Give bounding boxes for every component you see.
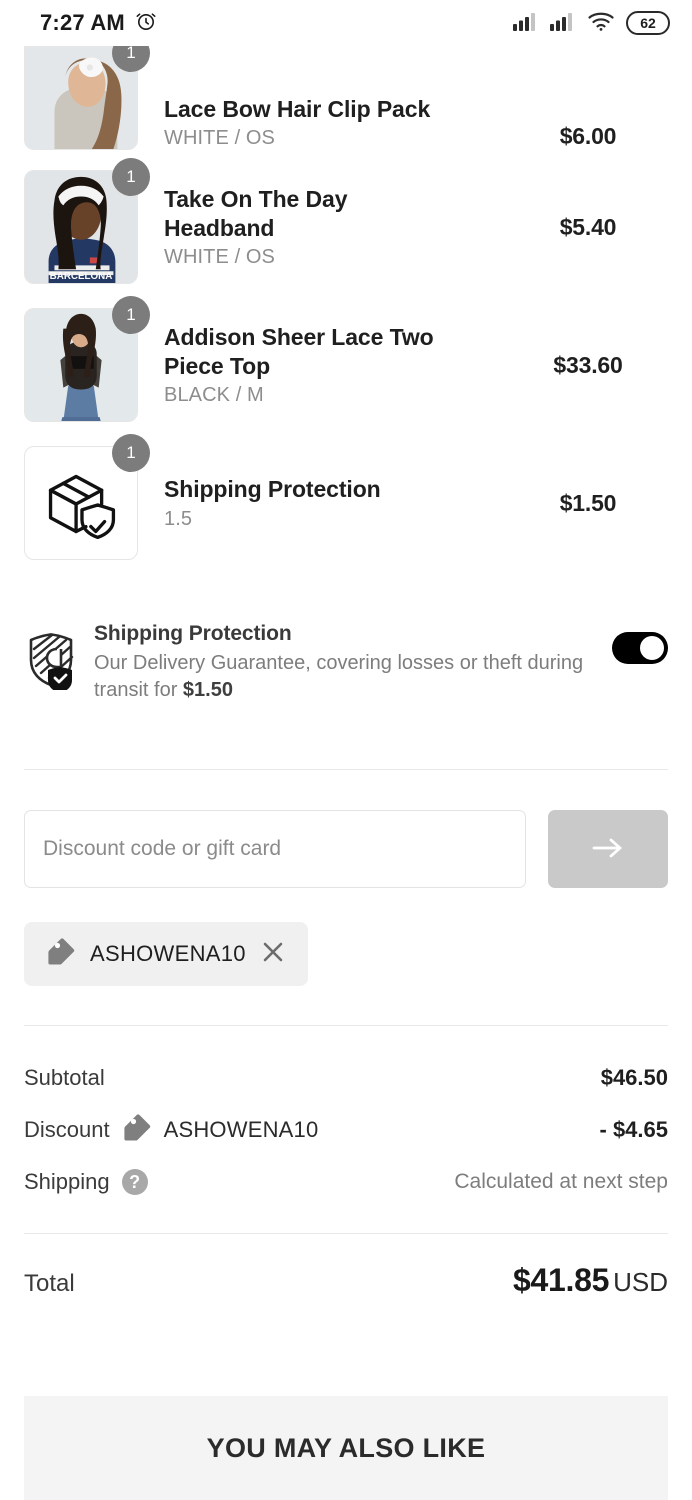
line-item-thumbnail-wrap: 1 bbox=[24, 34, 150, 150]
status-bar-right: 62 bbox=[513, 10, 670, 37]
line-item-info: Addison Sheer Lace Two Piece Top BLACK /… bbox=[138, 323, 508, 407]
line-item-title: Take On The Day Headband bbox=[164, 185, 348, 241]
summary-row-label-group: Shipping ? bbox=[24, 1169, 148, 1195]
divider bbox=[24, 1233, 668, 1234]
discount-input[interactable] bbox=[24, 810, 526, 888]
summary-row-subtotal: Subtotal $46.50 bbox=[24, 1052, 668, 1104]
line-item-info: Lace Bow Hair Clip Pack WHITE / OS bbox=[138, 95, 508, 150]
battery-indicator: 62 bbox=[626, 11, 670, 35]
summary-row-label-group: Subtotal bbox=[24, 1065, 105, 1091]
discount-label: Discount bbox=[24, 1117, 110, 1142]
shield-protection-logo bbox=[24, 622, 82, 695]
discount-code-label: ASHOWENA10 bbox=[90, 941, 246, 966]
line-item-info: Shipping Protection 1.5 bbox=[138, 475, 508, 530]
quantity-badge: 1 bbox=[112, 296, 150, 334]
line-item-title: Lace Bow Hair Clip Pack bbox=[164, 95, 431, 122]
order-summary: Subtotal $46.50 Discount ASHOWENA10 - $4… bbox=[24, 1052, 668, 1208]
shipping-protection-description-text: Our Delivery Guarantee, covering losses … bbox=[94, 652, 584, 701]
summary-row-label-group: Discount ASHOWENA10 bbox=[24, 1113, 318, 1148]
total-currency: USD bbox=[613, 1267, 668, 1297]
shipping-label: Shipping bbox=[24, 1169, 110, 1194]
shipping-value: Calculated at next step bbox=[454, 1170, 668, 1193]
grand-total-row: Total $41.85 USD bbox=[24, 1262, 668, 1299]
apply-discount-button[interactable] bbox=[548, 810, 668, 888]
signal-bars-icon bbox=[550, 11, 576, 36]
status-bar-left: 7:27 AM bbox=[40, 9, 158, 38]
divider bbox=[24, 769, 668, 770]
line-item-title: Shipping Protection bbox=[164, 476, 381, 503]
line-item-variant: 1.5 bbox=[164, 507, 193, 530]
shipping-protection-offer: Shipping Protection Our Delivery Guarant… bbox=[0, 622, 692, 703]
line-item-price: $1.50 bbox=[559, 489, 617, 516]
total-amount-group: $41.85 USD bbox=[513, 1262, 668, 1299]
summary-row-discount: Discount ASHOWENA10 - $4.65 bbox=[24, 1104, 668, 1156]
line-item-thumbnail-wrap: BARCELONA 1 bbox=[24, 158, 150, 284]
table-row[interactable]: 1 Addison Sheer Lace Two Piece Top BLACK… bbox=[0, 296, 692, 434]
status-bar: 7:27 AM 62 bbox=[0, 0, 692, 46]
shipping-protection-text: Shipping Protection Our Delivery Guarant… bbox=[82, 622, 612, 703]
subtotal-value: $46.50 bbox=[600, 1065, 668, 1090]
shipping-protection-toggle[interactable] bbox=[612, 632, 668, 664]
wifi-icon bbox=[587, 10, 615, 37]
toggle-knob bbox=[640, 636, 664, 660]
quantity-badge: 1 bbox=[112, 158, 150, 196]
line-item-variant: WHITE / OS bbox=[164, 246, 275, 269]
line-item-thumbnail-wrap: 1 bbox=[24, 434, 150, 560]
discount-value: - $4.65 bbox=[599, 1117, 669, 1142]
line-item-title: Addison Sheer Lace Two Piece Top bbox=[164, 323, 434, 379]
summary-row-shipping: Shipping ? Calculated at next step bbox=[24, 1156, 668, 1208]
line-item-variant: WHITE / OS bbox=[164, 127, 275, 149]
help-circle-icon[interactable]: ? bbox=[121, 1169, 148, 1195]
line-item-thumbnail-wrap: 1 bbox=[24, 296, 150, 422]
arrow-right-icon bbox=[588, 835, 628, 864]
line-item-price: $5.40 bbox=[559, 213, 617, 240]
divider bbox=[24, 1025, 668, 1026]
shipping-protection-description: Our Delivery Guarantee, covering losses … bbox=[94, 650, 598, 703]
recommendations-heading: YOU MAY ALSO LIKE bbox=[206, 1432, 486, 1463]
subtotal-label: Subtotal bbox=[24, 1065, 105, 1090]
close-icon[interactable] bbox=[260, 939, 286, 970]
total-amount: $41.85 bbox=[513, 1262, 610, 1298]
line-item-price: $33.60 bbox=[553, 351, 623, 378]
table-row[interactable]: BARCELONA 1 Take On The Day Headband WHI… bbox=[0, 158, 692, 296]
line-item-price: $6.00 bbox=[559, 123, 617, 149]
shipping-protection-amount: $1.50 bbox=[182, 678, 233, 701]
discount-tag-icon bbox=[122, 1113, 152, 1148]
applied-discount-chip[interactable]: ASHOWENA10 bbox=[24, 922, 308, 986]
line-item-variant: BLACK / M bbox=[164, 384, 264, 407]
discount-entry-row bbox=[24, 810, 668, 888]
discount-tag-icon bbox=[46, 937, 76, 972]
line-item-info: Take On The Day Headband WHITE / OS bbox=[138, 185, 508, 269]
discount-row-code: ASHOWENA10 bbox=[163, 1117, 319, 1142]
status-bar-clock: 7:27 AM bbox=[40, 10, 125, 35]
quantity-badge: 1 bbox=[112, 434, 150, 472]
recommendations-section: YOU MAY ALSO LIKE bbox=[24, 1396, 668, 1500]
shipping-protection-title: Shipping Protection bbox=[94, 622, 292, 645]
signal-bars-icon bbox=[513, 11, 539, 36]
table-row[interactable]: 1 Shipping Protection 1.5 $1.50 bbox=[0, 434, 692, 572]
cart-line-items: 1 Lace Bow Hair Clip Pack WHITE / OS $6.… bbox=[0, 34, 692, 572]
table-row[interactable]: 1 Lace Bow Hair Clip Pack WHITE / OS $6.… bbox=[0, 34, 692, 158]
alarm-clock-icon bbox=[134, 9, 158, 38]
checkout-cart-screen: 7:27 AM 62 1 Lace Bow Hair Clip Pack WHI… bbox=[0, 0, 692, 1500]
total-label: Total bbox=[24, 1270, 75, 1297]
